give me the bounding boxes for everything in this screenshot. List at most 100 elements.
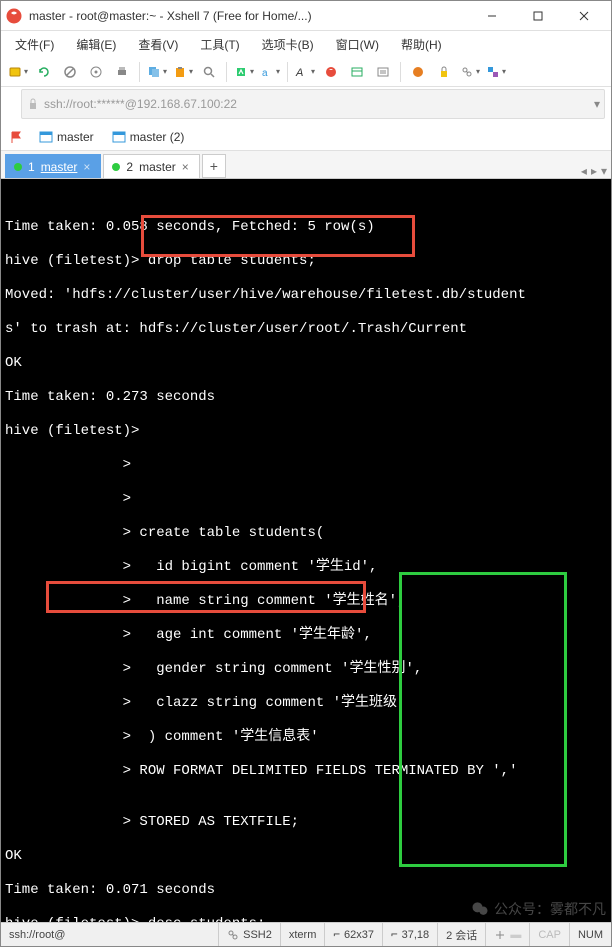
titlebar: master - root@master:~ - Xshell 7 (Free … [1, 1, 611, 31]
status-dot-icon [14, 163, 22, 171]
toolbar: a A [1, 57, 611, 87]
terminal-tabs: 1 master × 2 master × + ◂ ▸ ▾ [1, 151, 611, 179]
compose-button[interactable] [346, 61, 368, 83]
status-size: ⌐ 62x37 [325, 923, 383, 946]
main-window: master - root@master:~ - Xshell 7 (Free … [0, 0, 612, 947]
font-button[interactable]: A [294, 61, 316, 83]
svg-text:a: a [262, 68, 268, 79]
color-button[interactable] [320, 61, 342, 83]
tab-1-master[interactable]: 1 master × [5, 154, 101, 178]
print-button[interactable] [111, 61, 133, 83]
terminal-line: > ROW FORMAT DELIMITED FIELDS TERMINATED… [5, 763, 607, 780]
window-title: master - root@master:~ - Xshell 7 (Free … [29, 9, 469, 23]
add-tab-button[interactable]: + [202, 154, 226, 178]
status-sessions: 2 会话 [438, 923, 486, 946]
status-connection: ssh://root@ [1, 923, 219, 946]
menu-tools[interactable]: 工具(T) [194, 34, 245, 55]
tab-close-icon[interactable]: × [83, 160, 90, 174]
terminal-line: s' to trash at: hdfs://cluster/user/root… [5, 321, 607, 338]
terminal-line: > STORED AS TEXTFILE; [5, 814, 607, 831]
terminal-line: OK [5, 848, 607, 865]
status-num: NUM [570, 923, 611, 946]
menu-edit[interactable]: 编辑(E) [70, 34, 122, 55]
session-label: master (2) [130, 130, 185, 144]
terminal-line: > [5, 491, 607, 508]
xftp-button[interactable] [407, 61, 429, 83]
script-button[interactable] [372, 61, 394, 83]
terminal-line: > gender string comment '学生性别', [5, 661, 607, 678]
terminal-line: > id bigint comment '学生id', [5, 559, 607, 576]
tab-close-icon[interactable]: × [182, 160, 189, 174]
session-item-master-2[interactable]: master (2) [106, 128, 191, 146]
svg-text:A: A [295, 67, 303, 79]
app-icon [5, 7, 23, 25]
tab-menu-icon[interactable]: ▾ [601, 164, 607, 178]
session-label: master [57, 130, 94, 144]
disconnect-button[interactable] [59, 61, 81, 83]
terminal-line: > ) comment '学生信息表' [5, 729, 607, 746]
toolbar-separator [400, 62, 401, 82]
find-button[interactable] [198, 61, 220, 83]
highlight-button[interactable] [233, 61, 255, 83]
menu-window[interactable]: 窗口(W) [330, 34, 385, 55]
status-dot-icon [112, 163, 120, 171]
terminal-line: > age int comment '学生年龄', [5, 627, 607, 644]
links-button[interactable] [459, 61, 481, 83]
terminal-line: OK [5, 355, 607, 372]
tab-index: 1 [28, 160, 35, 174]
terminal-line: Time taken: 0.071 seconds [5, 882, 607, 899]
status-extra: ▬ [486, 923, 530, 946]
tab-2-master[interactable]: 2 master × [103, 154, 199, 178]
menubar: 文件(F) 编辑(E) 查看(V) 工具(T) 选项卡(B) 窗口(W) 帮助(… [1, 31, 611, 57]
scroll-right-icon[interactable]: ▸ [591, 164, 597, 178]
terminal-line: Moved: 'hdfs://cluster/user/hive/warehou… [5, 287, 607, 304]
maximize-button[interactable] [515, 2, 561, 30]
tab-name: master [41, 160, 78, 174]
terminal-line: hive (filetest)> desc students; [5, 916, 607, 922]
terminal-output[interactable]: Time taken: 0.058 seconds, Fetched: 5 ro… [1, 179, 611, 922]
toolbar-separator [226, 62, 227, 82]
address-bar[interactable]: ssh://root:******@192.168.67.100:22 ▾ [21, 89, 605, 119]
tools-button[interactable] [485, 61, 507, 83]
terminal-line: hive (filetest)> [5, 423, 607, 440]
reconnect-button[interactable] [33, 61, 55, 83]
session-flag-icon[interactable] [7, 127, 27, 147]
menu-help[interactable]: 帮助(H) [395, 34, 448, 55]
paste-button[interactable] [172, 61, 194, 83]
scroll-left-icon[interactable]: ◂ [581, 164, 587, 178]
status-term: xterm [281, 923, 326, 946]
encoding-button[interactable]: a [259, 61, 281, 83]
minimize-button[interactable] [469, 2, 515, 30]
terminal-icon [39, 130, 53, 144]
status-bar: ssh://root@ SSH2 xterm ⌐ 62x37 ⌐ 37,18 2… [1, 922, 611, 946]
terminal-icon [112, 130, 126, 144]
terminal-line: > clazz string comment '学生班级' [5, 695, 607, 712]
menu-tabs[interactable]: 选项卡(B) [256, 34, 320, 55]
lock-button[interactable] [433, 61, 455, 83]
terminal-line: > create table students( [5, 525, 607, 542]
menu-file[interactable]: 文件(F) [9, 34, 60, 55]
copy-button[interactable] [146, 61, 168, 83]
menu-view[interactable]: 查看(V) [132, 34, 184, 55]
close-button[interactable] [561, 2, 607, 30]
properties-button[interactable] [85, 61, 107, 83]
terminal-line: Time taken: 0.058 seconds, Fetched: 5 ro… [5, 219, 607, 236]
dropdown-icon[interactable]: ▾ [594, 97, 600, 111]
tab-index: 2 [126, 160, 133, 174]
link-icon [227, 929, 239, 941]
session-item-master[interactable]: master [33, 128, 100, 146]
tab-name: master [139, 160, 176, 174]
toolbar-separator [139, 62, 140, 82]
window-controls [469, 2, 607, 30]
terminal-line: > [5, 457, 607, 474]
status-cursor-pos: ⌐ 37,18 [383, 923, 438, 946]
status-caps: CAP [530, 923, 570, 946]
status-ssh: SSH2 [219, 923, 281, 946]
terminal-line: Time taken: 0.273 seconds [5, 389, 607, 406]
address-value: ssh://root:******@192.168.67.100:22 [44, 97, 594, 111]
terminal-line: hive (filetest)> drop table students; [5, 253, 607, 270]
toolbar-separator [287, 62, 288, 82]
new-session-button[interactable] [7, 61, 29, 83]
terminal-line: > name string comment '学生姓名', [5, 593, 607, 610]
session-bar: master master (2) [1, 123, 611, 151]
